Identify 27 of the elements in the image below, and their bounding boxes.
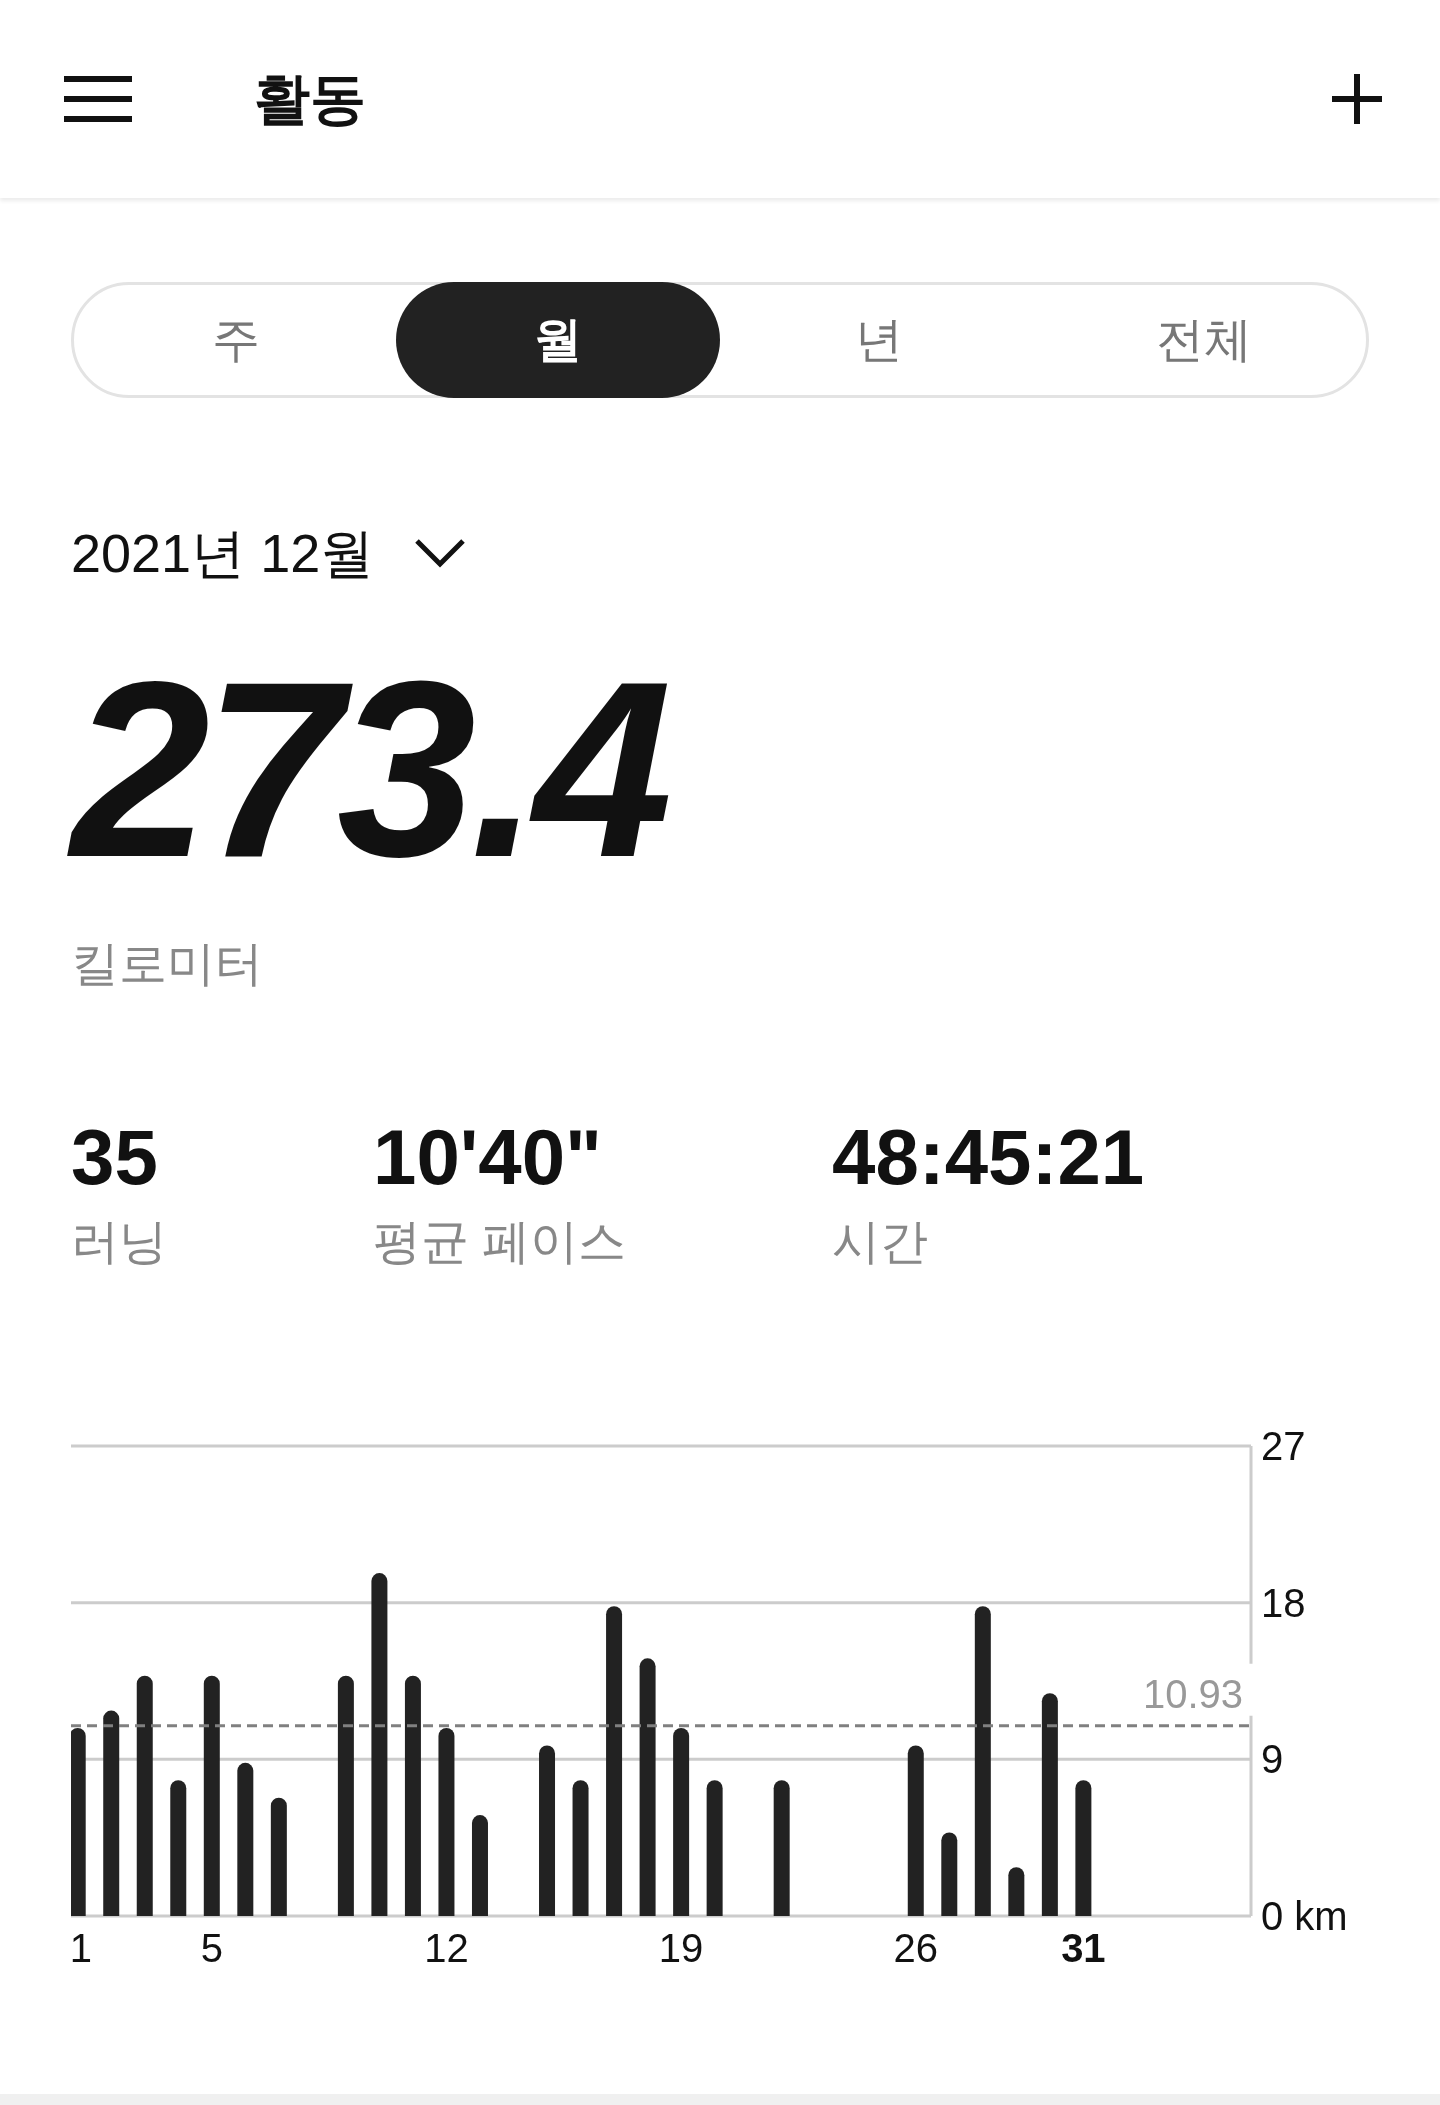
page-title: 활동 bbox=[254, 66, 366, 132]
stat-value: 10'40" bbox=[373, 1118, 604, 1196]
chevron-down-icon[interactable] bbox=[414, 538, 467, 568]
stat-label: 평균 페이스 bbox=[373, 1218, 628, 1266]
x-axis-label: 1 bbox=[71, 1926, 92, 1970]
y-axis-label: 9 bbox=[1261, 1737, 1284, 1782]
y-axis-label: 18 bbox=[1261, 1580, 1306, 1625]
bar bbox=[1008, 1867, 1025, 1916]
period-tab[interactable]: 년 bbox=[717, 285, 1042, 395]
average-label: 10.93 bbox=[1142, 1671, 1243, 1716]
period-tab[interactable]: 월 bbox=[395, 282, 720, 398]
stat-value: 48:45:21 bbox=[832, 1118, 1146, 1196]
period-tab[interactable]: 전체 bbox=[1041, 285, 1366, 395]
add-icon[interactable] bbox=[1332, 74, 1382, 124]
period-label[interactable]: 2021년 12월 bbox=[71, 526, 375, 580]
x-axis-label: 19 bbox=[658, 1926, 704, 1970]
y-axis-label: 27 bbox=[1261, 1426, 1306, 1468]
y-axis-label: 0 km bbox=[1261, 1894, 1348, 1938]
x-axis-label: 5 bbox=[200, 1926, 223, 1970]
stat-label: 시간 bbox=[832, 1218, 929, 1266]
x-axis-label: 12 bbox=[424, 1926, 469, 1970]
x-axis-label: 26 bbox=[893, 1926, 938, 1970]
x-axis-label: 31 bbox=[1061, 1926, 1106, 1970]
menu-icon[interactable] bbox=[64, 76, 132, 122]
distance-unit: 킬로미터 bbox=[71, 940, 264, 988]
stat-value: 35 bbox=[71, 1118, 159, 1196]
stat-label: 러닝 bbox=[71, 1218, 168, 1266]
